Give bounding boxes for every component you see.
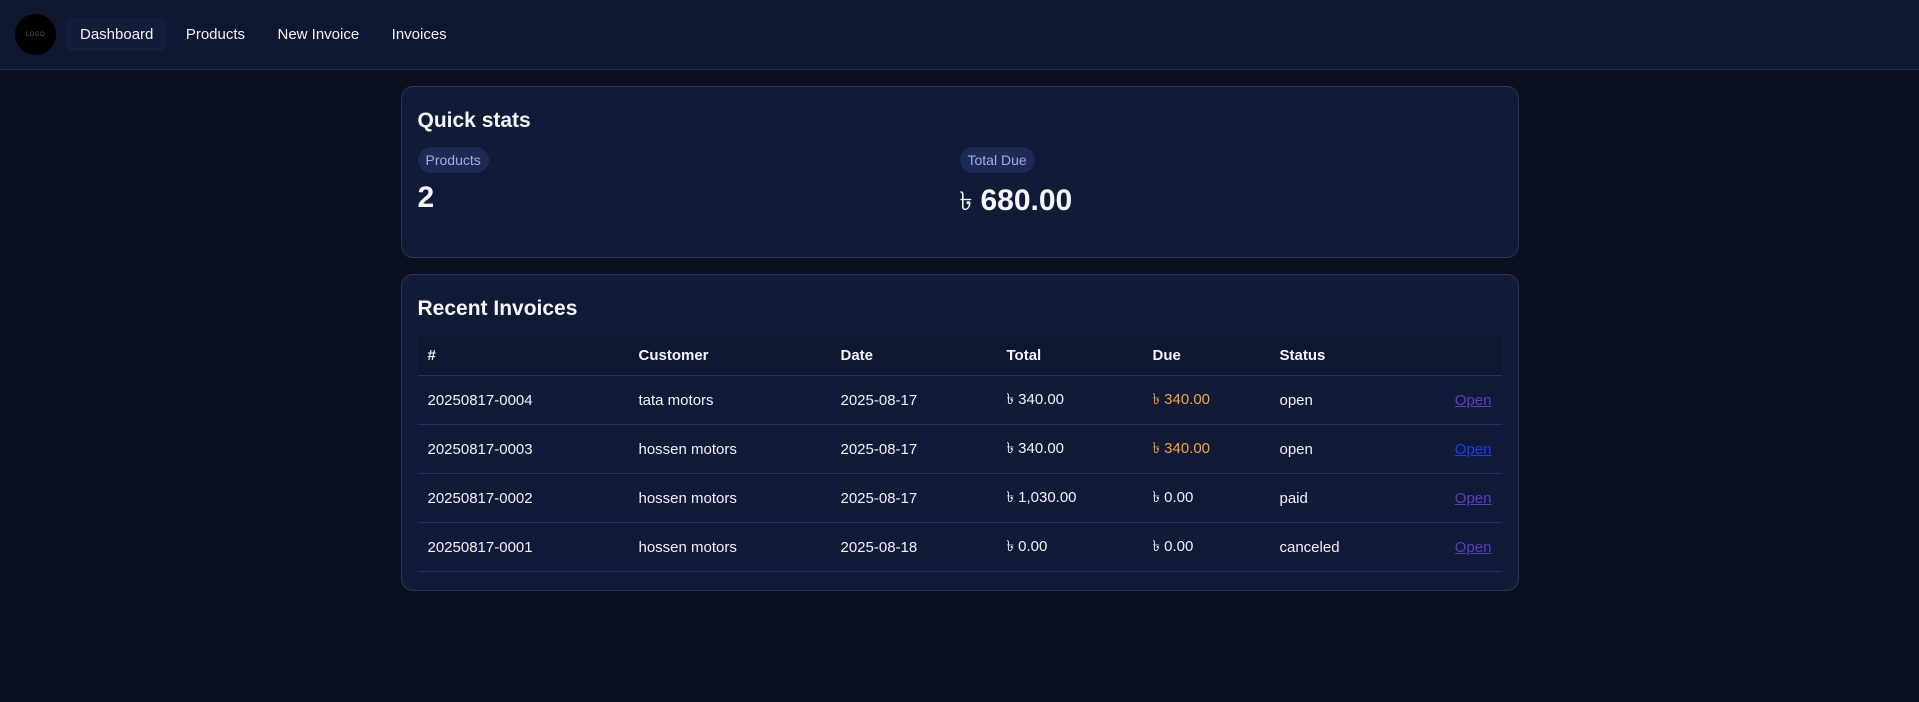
invoice-date: 2025-08-17 xyxy=(830,424,997,474)
invoice-customer: tata motors xyxy=(628,375,831,425)
products-badge: Products xyxy=(417,147,489,173)
quick-stats-card: Quick stats Products 2 Total Due ৳ 680.00 xyxy=(400,86,1519,258)
invoice-date: 2025-08-17 xyxy=(830,473,997,523)
invoice-status: paid xyxy=(1269,473,1400,523)
invoice-total: ৳ 0.00 xyxy=(996,522,1143,572)
stat-total-due: Total Due ৳ 680.00 xyxy=(959,147,1502,239)
total-due-badge: Total Due xyxy=(959,147,1035,173)
invoice-total: ৳ 340.00 xyxy=(996,375,1143,425)
col-header-action xyxy=(1399,335,1502,376)
col-header-date: Date xyxy=(830,335,997,376)
invoice-due: ৳ 0.00 xyxy=(1142,473,1270,523)
invoice-status: open xyxy=(1269,424,1400,474)
nav-dashboard[interactable]: Dashboard xyxy=(66,18,168,51)
main-content: Quick stats Products 2 Total Due ৳ 680.00… xyxy=(400,86,1519,591)
main-nav: Dashboard Products New Invoice Invoices xyxy=(66,18,461,51)
invoice-number: 20250817-0002 xyxy=(417,473,629,523)
table-row: 20250817-0003 hossen motors 2025-08-17 ৳… xyxy=(417,424,1502,474)
invoice-status: canceled xyxy=(1269,522,1400,572)
open-invoice-link[interactable]: Open xyxy=(1455,441,1492,458)
table-header-row: # Customer Date Total Due Status xyxy=(417,335,1502,376)
open-invoice-link[interactable]: Open xyxy=(1455,392,1492,409)
invoice-total: ৳ 1,030.00 xyxy=(996,473,1143,523)
table-row: 20250817-0001 hossen motors 2025-08-18 ৳… xyxy=(417,522,1502,572)
recent-invoices-title: Recent Invoices xyxy=(417,297,578,320)
stats-row: Products 2 Total Due ৳ 680.00 xyxy=(417,147,1502,239)
invoice-number: 20250817-0001 xyxy=(417,522,629,572)
nav-products[interactable]: Products xyxy=(172,18,259,51)
invoices-table: # Customer Date Total Due Status 2025081… xyxy=(417,335,1502,572)
stat-products: Products 2 xyxy=(417,147,960,239)
invoice-due: ৳ 340.00 xyxy=(1142,424,1270,474)
total-due-amount: ৳ 680.00 xyxy=(960,181,1502,225)
col-header-total: Total xyxy=(996,335,1143,376)
col-header-status: Status xyxy=(1269,335,1400,376)
open-invoice-link[interactable]: Open xyxy=(1455,490,1492,507)
table-row: 20250817-0004 tata motors 2025-08-17 ৳ 3… xyxy=(417,375,1502,425)
open-invoice-link[interactable]: Open xyxy=(1455,539,1492,556)
col-header-number: # xyxy=(417,335,629,376)
invoice-date: 2025-08-18 xyxy=(830,522,997,572)
quick-stats-title: Quick stats xyxy=(417,109,531,132)
logo-text: LOGO xyxy=(25,31,46,38)
invoice-action-cell: Open xyxy=(1399,522,1502,572)
nav-invoices[interactable]: Invoices xyxy=(378,18,461,51)
total-due-value: 680.00 xyxy=(980,184,1073,217)
nav-new-invoice[interactable]: New Invoice xyxy=(264,18,374,51)
recent-invoices-card: Recent Invoices # Customer Date Total Du… xyxy=(400,274,1519,591)
invoice-action-cell: Open xyxy=(1399,424,1502,474)
col-header-customer: Customer xyxy=(628,335,831,376)
top-navbar: LOGO Dashboard Products New Invoice Invo… xyxy=(0,0,1919,70)
invoice-number: 20250817-0003 xyxy=(417,424,629,474)
products-count: 2 xyxy=(417,181,435,214)
invoice-due: ৳ 0.00 xyxy=(1142,522,1270,572)
invoice-customer: hossen motors xyxy=(628,473,831,523)
currency-symbol: ৳ xyxy=(959,186,973,216)
invoice-customer: hossen motors xyxy=(628,424,831,474)
col-header-due: Due xyxy=(1142,335,1270,376)
invoice-due: ৳ 340.00 xyxy=(1142,375,1270,425)
invoice-total: ৳ 340.00 xyxy=(996,424,1143,474)
invoice-action-cell: Open xyxy=(1399,473,1502,523)
invoice-action-cell: Open xyxy=(1399,375,1502,425)
invoice-customer: hossen motors xyxy=(628,522,831,572)
table-row: 20250817-0002 hossen motors 2025-08-17 ৳… xyxy=(417,473,1502,523)
invoice-date: 2025-08-17 xyxy=(830,375,997,425)
logo[interactable]: LOGO xyxy=(15,14,56,55)
invoice-number: 20250817-0004 xyxy=(417,375,629,425)
invoice-status: open xyxy=(1269,375,1400,425)
